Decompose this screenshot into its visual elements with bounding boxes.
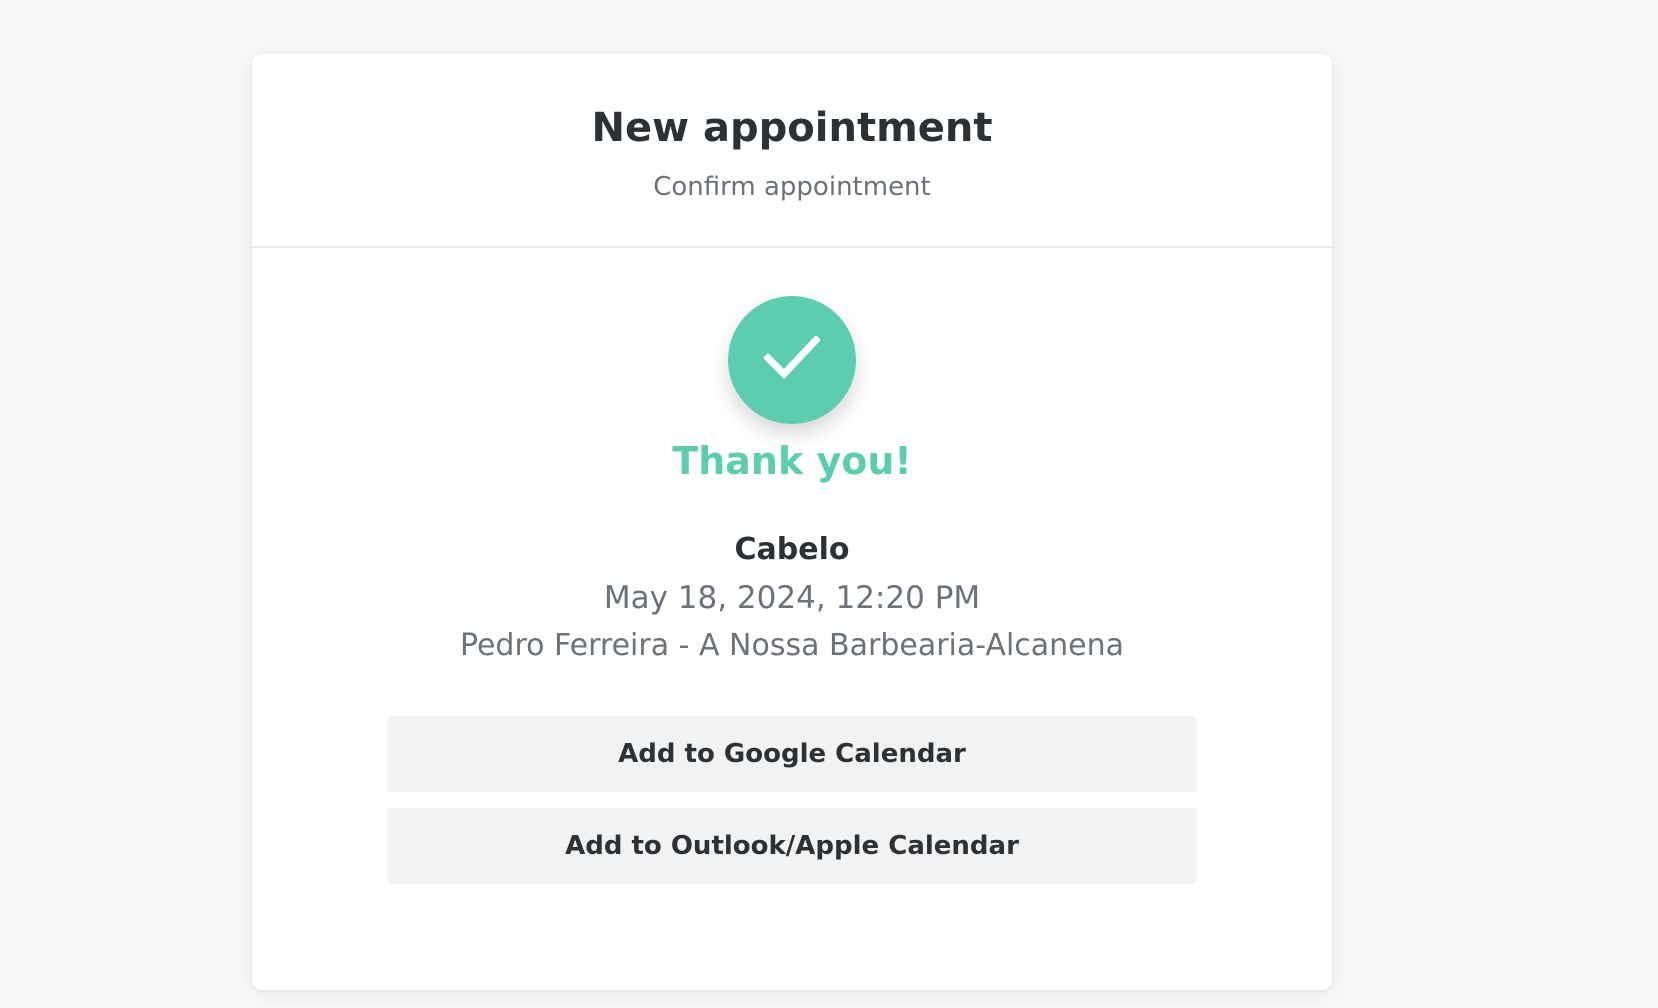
add-to-google-calendar-button[interactable]: Add to Google Calendar bbox=[387, 716, 1197, 792]
calendar-actions: Add to Google Calendar Add to Outlook/Ap… bbox=[252, 716, 1332, 884]
appointment-location: Pedro Ferreira - A Nossa Barbearia-Alcan… bbox=[459, 628, 1125, 663]
service-name: Cabelo bbox=[734, 532, 850, 567]
page-title: New appointment bbox=[591, 105, 993, 151]
check-icon bbox=[763, 335, 821, 384]
card-header: New appointment Confirm appointment bbox=[252, 54, 1332, 248]
thank-you-message: Thank you! bbox=[672, 439, 912, 483]
appointment-card: New appointment Confirm appointment Than… bbox=[252, 54, 1332, 990]
add-to-outlook-apple-calendar-button[interactable]: Add to Outlook/Apple Calendar bbox=[387, 808, 1197, 884]
page-subtitle: Confirm appointment bbox=[653, 172, 931, 202]
appointment-datetime: May 18, 2024, 12:20 PM bbox=[603, 580, 981, 616]
confirmation-body: Thank you! Cabelo May 18, 2024, 12:20 PM… bbox=[252, 296, 1332, 884]
success-badge bbox=[728, 296, 856, 424]
